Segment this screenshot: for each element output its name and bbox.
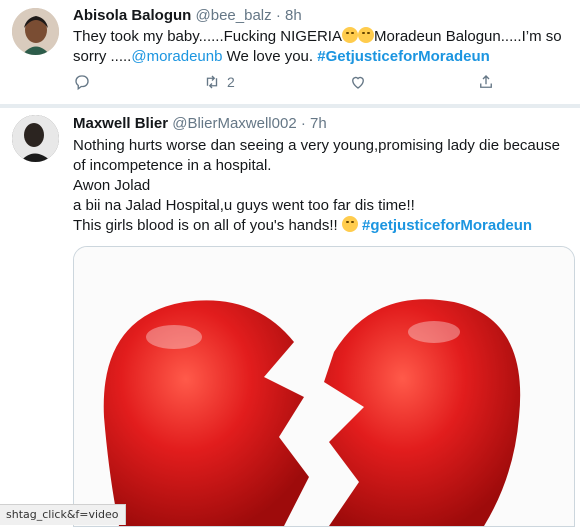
hashtag-link[interactable]: #getjusticeforMoradeun	[362, 217, 532, 234]
tweet-header: Abisola Balogun @bee_balz · 8h	[73, 6, 302, 26]
tweet-line: Awon Jolad	[73, 177, 151, 194]
reply-button[interactable]	[73, 73, 91, 91]
broken-heart-image[interactable]	[73, 246, 575, 527]
status-bar-url: shtag_click&f=video	[0, 504, 126, 525]
tweet-text: They took my baby......Fucking NIGERIA Mo…	[73, 27, 573, 67]
tired-face-emoji	[357, 27, 374, 43]
separator-dot: ·	[300, 115, 306, 132]
tweet-text: Nothing hurts worse dan seeing a very yo…	[73, 136, 573, 236]
share-button[interactable]	[477, 73, 495, 91]
display-name[interactable]: Maxwell Blier	[73, 115, 168, 132]
timestamp[interactable]: 8h	[285, 7, 302, 24]
user-handle[interactable]: @bee_balz	[196, 7, 272, 24]
retweet-button[interactable]: 2	[203, 73, 235, 91]
tweet-text-part: We love you.	[222, 48, 318, 65]
timestamp[interactable]: 7h	[310, 115, 327, 132]
separator-dot: ·	[275, 7, 281, 24]
tweet-actions: 2	[73, 73, 573, 95]
tweet-line: This girls blood is on all of you's hand…	[73, 217, 342, 234]
display-name[interactable]: Abisola Balogun	[73, 7, 191, 24]
mention-link[interactable]: @moradeunb	[131, 48, 222, 65]
like-icon	[352, 76, 364, 89]
tweet-abisola[interactable]: Abisola Balogun @bee_balz · 8h They took…	[0, 0, 580, 104]
tweet-header: Maxwell Blier @BlierMaxwell002 · 7h	[73, 114, 327, 134]
avatar[interactable]	[12, 8, 59, 55]
tweet-line: Nothing hurts worse dan seeing a very yo…	[73, 137, 560, 174]
persevering-face-emoji	[341, 216, 358, 232]
tweet-line: a bii na Jalad Hospital,u guys went too …	[73, 197, 415, 214]
avatar[interactable]	[12, 115, 59, 162]
reply-icon	[75, 75, 89, 91]
tweet-text-part: They took my baby......Fucking NIGERIA	[73, 28, 342, 45]
user-handle[interactable]: @BlierMaxwell002	[172, 115, 296, 132]
retweet-count: 2	[227, 74, 235, 90]
weary-face-emoji	[341, 27, 358, 43]
share-icon	[480, 75, 492, 88]
like-button[interactable]	[349, 73, 367, 91]
retweet-icon	[206, 75, 218, 89]
hashtag-link[interactable]: #GetjusticeforMoradeun	[317, 48, 490, 65]
